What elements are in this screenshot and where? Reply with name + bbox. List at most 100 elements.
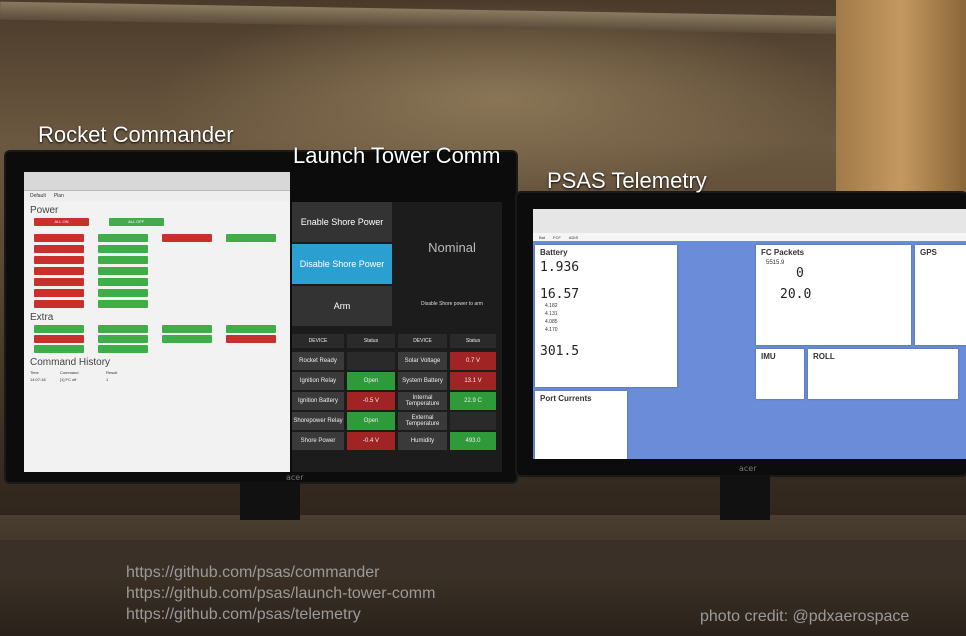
- fc-packets-card: FC Packets 5515.9 0 20.0: [756, 245, 911, 345]
- power-toggle[interactable]: [34, 256, 84, 264]
- history-col-command: Command: [60, 370, 79, 375]
- power-toggle[interactable]: [34, 289, 84, 297]
- power-toggle[interactable]: [34, 267, 84, 275]
- device-cell: Humidity: [398, 432, 447, 450]
- extra-button[interactable]: [226, 335, 276, 343]
- history-command: [1] FC off: [60, 377, 77, 382]
- all-on-button[interactable]: ALL ON: [34, 218, 89, 226]
- extra-button[interactable]: [34, 335, 84, 343]
- battery-title: Battery: [540, 248, 568, 257]
- device-cell: Solar Voltage: [398, 352, 447, 370]
- fc-packets-title: FC Packets: [761, 248, 805, 257]
- power-toggle[interactable]: [34, 245, 84, 253]
- power-toggle[interactable]: [98, 267, 148, 275]
- gps-card: GPS: [915, 245, 966, 345]
- nominal-status: Nominal: [428, 239, 476, 255]
- table-header: DEVICE: [292, 334, 344, 348]
- commander-link[interactable]: https://github.com/psas/commander: [126, 562, 435, 583]
- browser-chrome: [24, 172, 290, 191]
- tab[interactable]: ADIS: [569, 235, 578, 240]
- status-cell: -0.4 V: [347, 432, 395, 450]
- battery-value-2: 16.57: [540, 287, 580, 302]
- power-toggle[interactable]: [34, 278, 84, 286]
- power-toggle[interactable]: [226, 234, 276, 242]
- github-links: https://github.com/psas/commander https:…: [126, 562, 435, 625]
- commander-nav: Default Plan: [24, 191, 290, 201]
- status-cell: [450, 412, 496, 430]
- acer-logo: acer: [286, 473, 304, 482]
- device-cell: Rocket Ready: [292, 352, 344, 370]
- power-toggle[interactable]: [98, 234, 148, 242]
- device-cell: External Temperature: [398, 412, 447, 430]
- power-toggle[interactable]: [98, 278, 148, 286]
- extra-button[interactable]: [34, 325, 84, 333]
- extra-button[interactable]: [98, 335, 148, 343]
- device-cell: System Battery: [398, 372, 447, 390]
- battery-card: Battery 1.936 16.57 4.182 4.131 4.085 4.…: [535, 245, 677, 387]
- tab[interactable]: Bat: [539, 235, 545, 240]
- launch-tower-link[interactable]: https://github.com/psas/launch-tower-com…: [126, 583, 435, 604]
- status-cell: Open: [347, 372, 395, 390]
- history-col-result: Result: [106, 370, 118, 375]
- extra-button[interactable]: [162, 325, 212, 333]
- extra-button[interactable]: [34, 345, 84, 353]
- roll-card: ROLL: [808, 349, 958, 399]
- telemetry-label: PSAS Telemetry: [547, 168, 707, 193]
- telemetry-link[interactable]: https://github.com/psas/telemetry: [126, 604, 435, 625]
- cell-voltage: 4.182: [545, 303, 558, 309]
- status-cell: 0.7 V: [450, 352, 496, 370]
- telemetry-screen: Bat FCF ADIS Battery 1.936 16.57 4.182 4.1…: [533, 209, 966, 459]
- power-toggle[interactable]: [162, 234, 212, 242]
- left-monitor: Default Plan Power ALL ON ALL OFF Extra …: [6, 152, 516, 482]
- cell-voltage: 4.131: [545, 311, 558, 317]
- history-time: 14:07:18: [30, 377, 46, 382]
- disable-shore-power-button[interactable]: Disable Shore Power: [292, 244, 392, 284]
- status-cell: 13.1 V: [450, 372, 496, 390]
- device-cell: Ignition Relay: [292, 372, 344, 390]
- photo-credit: photo credit: @pdxaerospace: [700, 608, 910, 625]
- launch-tower-label: Launch Tower Comm: [293, 143, 501, 168]
- tab-default[interactable]: Default: [30, 193, 46, 199]
- all-off-button[interactable]: ALL OFF: [108, 218, 164, 226]
- port-currents-title: Port Currents: [540, 394, 592, 403]
- acer-logo: acer: [739, 464, 757, 473]
- extra-heading: Extra: [30, 312, 54, 323]
- status-cell: 493.0: [450, 432, 496, 450]
- gps-title: GPS: [920, 248, 937, 257]
- roll-title: ROLL: [813, 352, 835, 361]
- power-toggle[interactable]: [98, 256, 148, 264]
- commander-screen: Default Plan Power ALL ON ALL OFF Extra …: [24, 172, 290, 472]
- power-toggle[interactable]: [34, 234, 84, 242]
- power-toggle[interactable]: [98, 245, 148, 253]
- imu-card: IMU: [756, 349, 804, 399]
- arm-button[interactable]: Arm: [292, 286, 392, 326]
- enable-shore-power-button[interactable]: Enable Shore Power: [292, 202, 392, 242]
- status-cell: 22.9 C: [450, 392, 496, 410]
- history-col-time: Time: [30, 370, 39, 375]
- power-toggle[interactable]: [98, 300, 148, 308]
- extra-button[interactable]: [226, 325, 276, 333]
- cell-voltage: 4.085: [545, 319, 558, 325]
- fc-value-3: 20.0: [780, 287, 812, 302]
- history-result: 1: [106, 377, 109, 382]
- tab-plan[interactable]: Plan: [54, 193, 64, 199]
- tab[interactable]: FCF: [553, 235, 561, 240]
- imu-title: IMU: [761, 352, 776, 361]
- right-monitor-stand: [720, 475, 770, 520]
- cell-voltage: 4.170: [545, 327, 558, 333]
- disable-note: Disable Shore power to arm: [421, 301, 483, 307]
- power-toggle[interactable]: [98, 289, 148, 297]
- table-header: DEVICE: [398, 334, 447, 348]
- browser-chrome: [533, 209, 966, 233]
- extra-button[interactable]: [98, 345, 148, 353]
- launch-tower-screen: Enable Shore Power Disable Shore Power A…: [292, 202, 502, 472]
- power-toggle[interactable]: [34, 300, 84, 308]
- port-currents-card: Port Currents: [535, 391, 627, 459]
- status-cell: -0.5 V: [347, 392, 395, 410]
- battery-value-3: 301.5: [540, 344, 580, 359]
- history-heading: Command History: [30, 357, 111, 368]
- telemetry-tabs: Bat FCF ADIS: [533, 233, 966, 241]
- extra-button[interactable]: [162, 335, 212, 343]
- commander-label: Rocket Commander: [38, 122, 234, 147]
- extra-button[interactable]: [98, 325, 148, 333]
